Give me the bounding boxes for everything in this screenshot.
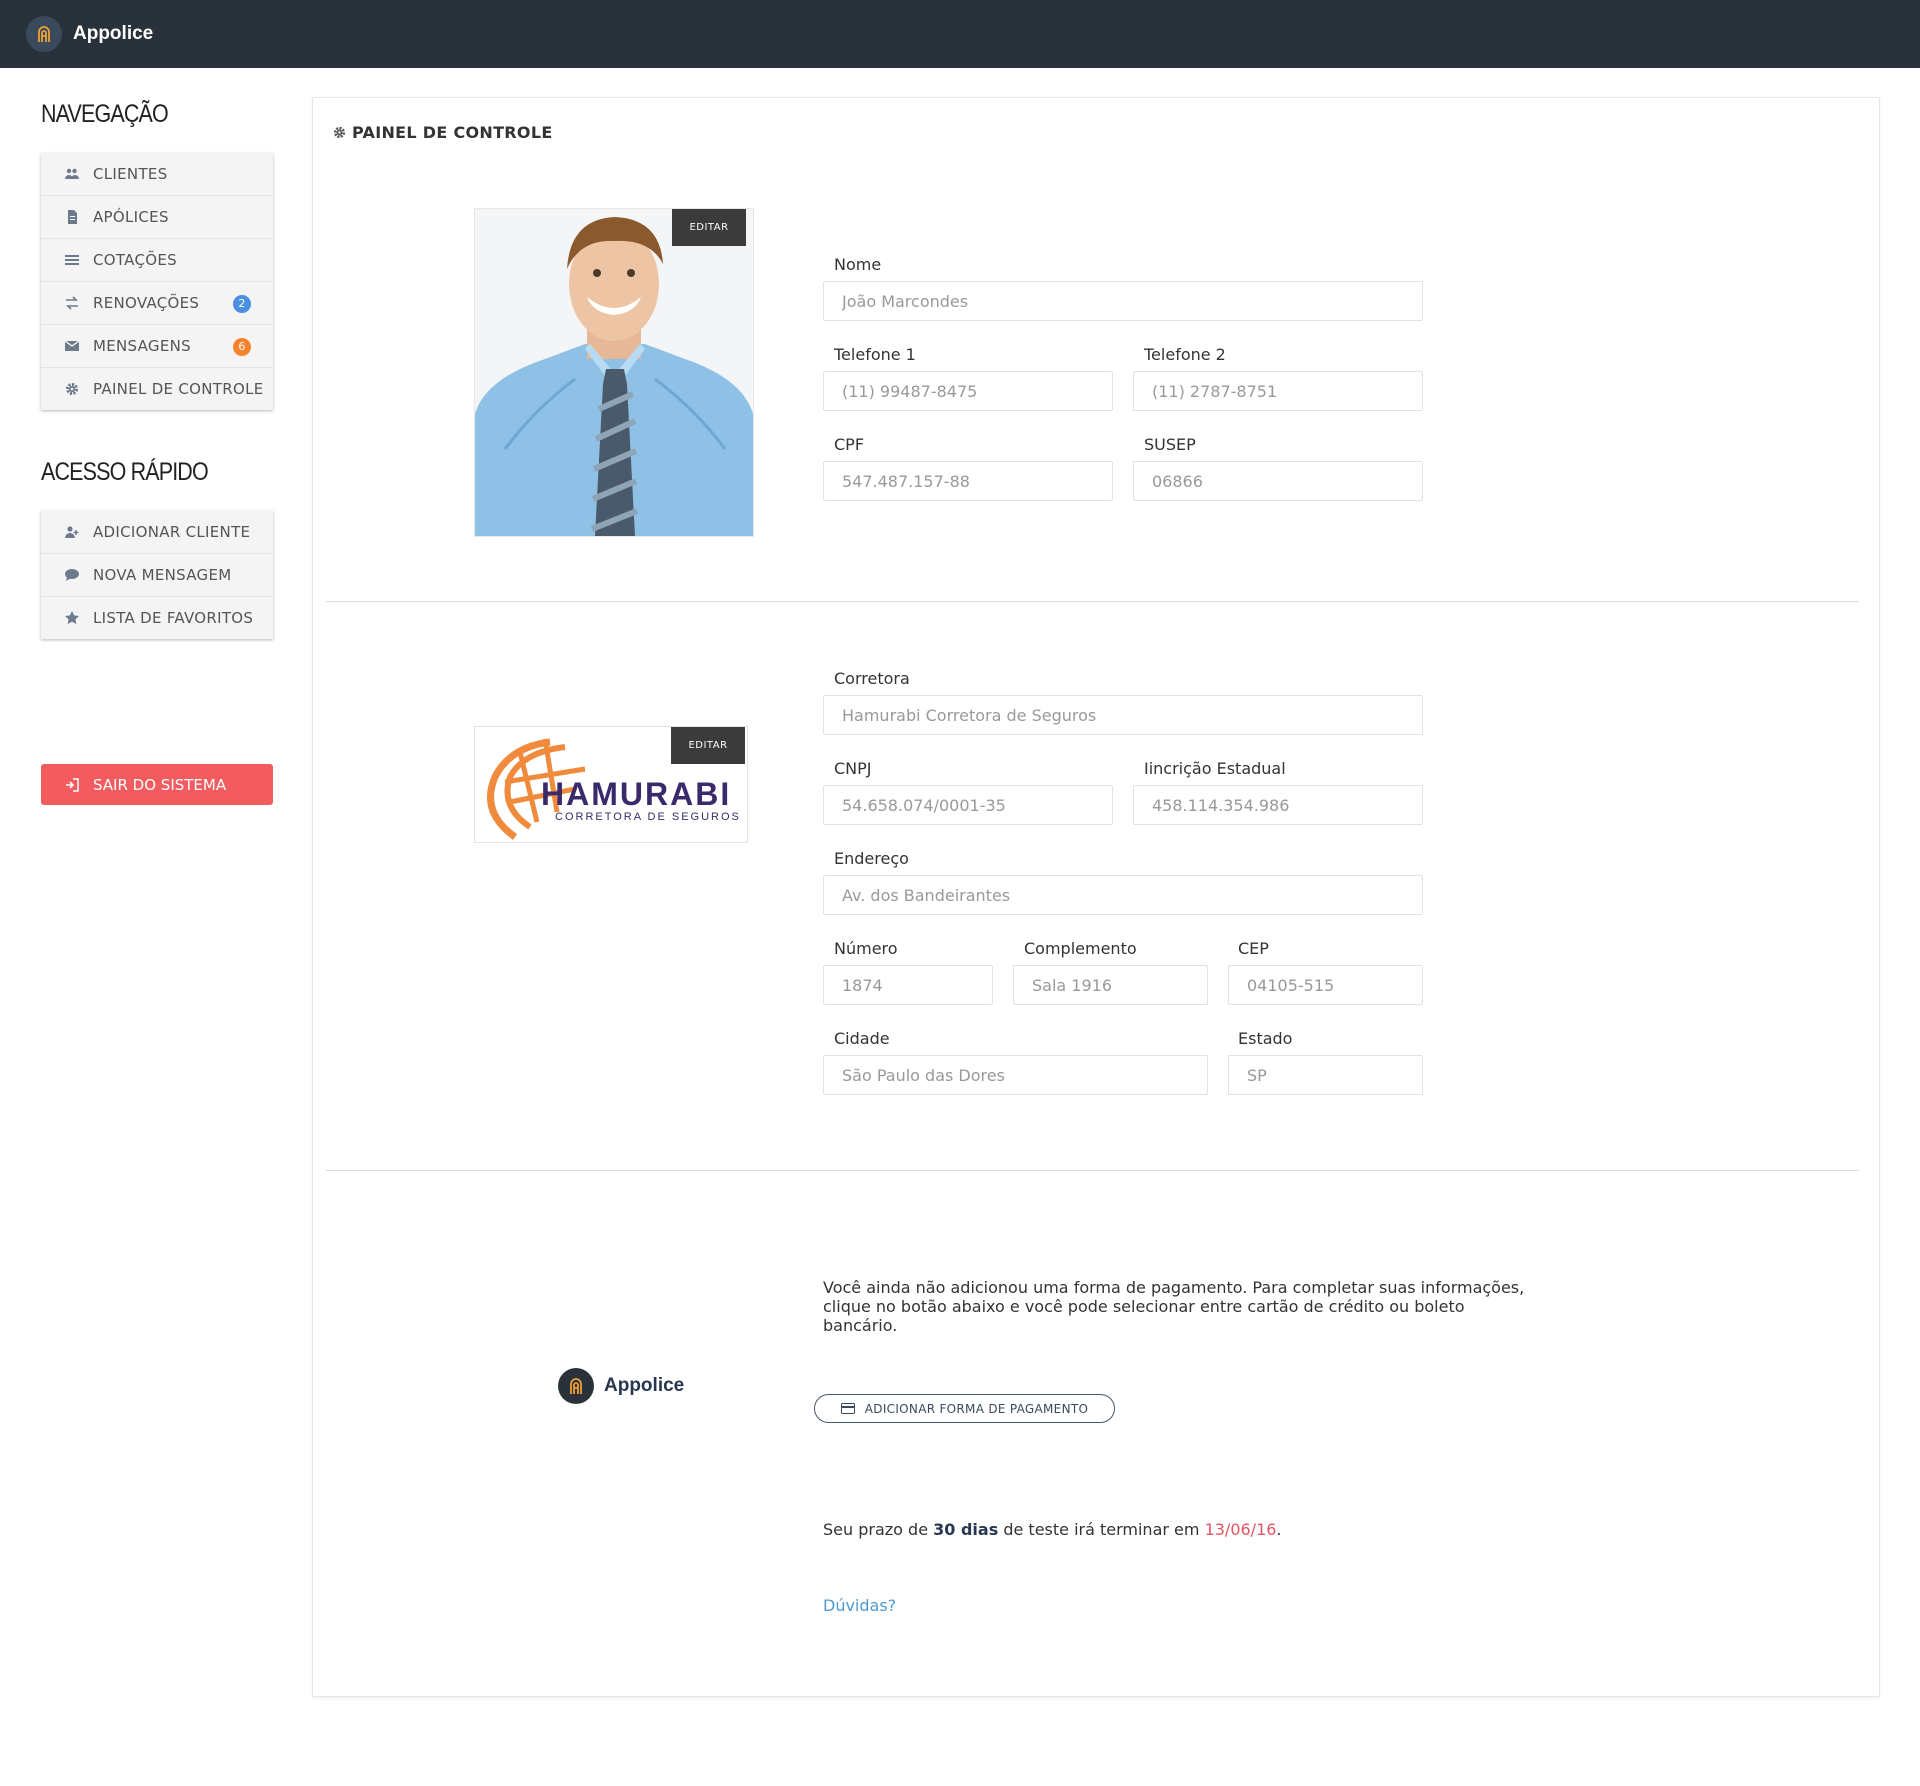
- credit-card-icon: [840, 1403, 855, 1414]
- trial-prefix: Seu prazo de: [823, 1520, 929, 1539]
- sidebar-item-label: CLIENTES: [93, 165, 168, 183]
- quick-item-nova-mensagem[interactable]: NOVA MENSAGEM: [41, 553, 273, 596]
- quick-access-heading: ACESSO RÁPIDO: [41, 458, 209, 486]
- list-icon: [65, 255, 79, 265]
- users-icon: [65, 168, 79, 179]
- app-title: Appolice: [73, 23, 154, 44]
- sidebar-item-label: MENSAGENS: [93, 337, 191, 355]
- badge-count: 2: [233, 295, 251, 313]
- gear-icon: [66, 383, 78, 395]
- sidebar-item-apolices[interactable]: APÓLICES: [41, 195, 273, 238]
- cep-input[interactable]: [1228, 965, 1423, 1005]
- cpf-label: CPF: [834, 435, 865, 454]
- sidebar-item-mensagens[interactable]: MENSAGENS 6: [41, 324, 273, 367]
- document-icon: [68, 210, 77, 224]
- edit-photo-button[interactable]: EDITAR: [672, 209, 746, 246]
- appolice-brand-name: Appolice: [604, 1375, 685, 1396]
- endereco-label: Endereço: [834, 849, 909, 868]
- control-panel: PAINEL DE CONTROLE EDITAR Nome Telefone …: [313, 98, 1879, 1696]
- quick-item-label: LISTA DE FAVORITOS: [93, 609, 254, 627]
- add-payment-button[interactable]: ADICIONAR FORMA DE PAGAMENTO: [814, 1394, 1115, 1423]
- panel-title-text: PAINEL DE CONTROLE: [352, 123, 553, 142]
- sign-out-icon: [66, 778, 79, 792]
- numero-input[interactable]: [823, 965, 993, 1005]
- top-bar: Appolice: [0, 0, 1920, 68]
- logout-label: SAIR DO SISTEMA: [93, 775, 227, 794]
- sidebar-item-clientes[interactable]: CLIENTES: [41, 153, 273, 195]
- profile-photo-image: [475, 209, 753, 536]
- envelope-icon: [65, 340, 79, 351]
- payment-info: Você ainda não adicionou uma forma de pa…: [823, 1278, 1543, 1335]
- telefone2-input[interactable]: [1133, 371, 1423, 411]
- nome-label: Nome: [834, 255, 882, 274]
- appolice-brand: Appolice: [558, 1368, 684, 1404]
- logout-button[interactable]: SAIR DO SISTEMA: [41, 764, 273, 805]
- sidebar-item-label: APÓLICES: [93, 208, 169, 226]
- profile-photo: EDITAR: [474, 208, 754, 537]
- trial-end-date: 13/06/16: [1204, 1520, 1277, 1539]
- payment-info-line1: Você ainda não adicionou uma forma de pa…: [823, 1278, 1525, 1297]
- section-divider: [326, 1170, 1859, 1171]
- trial-middle: de teste irá terminar em: [1003, 1520, 1200, 1539]
- panel-title: PAINEL DE CONTROLE: [333, 123, 553, 142]
- section-divider: [326, 601, 1859, 602]
- trial-days: 30 dias: [933, 1520, 999, 1539]
- trial-notice: Seu prazo de 30 dias de teste irá termin…: [823, 1520, 1282, 1539]
- badge-count: 6: [233, 338, 251, 356]
- edit-logo-button[interactable]: EDITAR: [671, 727, 745, 764]
- nav-menu: CLIENTES APÓLICES COTAÇÕES RENOVAÇÕES 2 …: [41, 153, 273, 410]
- complemento-label: Complemento: [1024, 939, 1137, 958]
- inscricao-estadual-label: Iincrição Estadual: [1144, 759, 1286, 778]
- add-payment-label: ADICIONAR FORMA DE PAGAMENTO: [864, 1401, 1089, 1416]
- quick-item-lista-de-favoritos[interactable]: LISTA DE FAVORITOS: [41, 596, 273, 639]
- estado-label: Estado: [1238, 1029, 1293, 1048]
- corretora-input[interactable]: [823, 695, 1423, 735]
- endereco-input[interactable]: [823, 875, 1423, 915]
- nome-input[interactable]: [823, 281, 1423, 321]
- cnpj-label: CNPJ: [834, 759, 872, 778]
- trial-suffix: .: [1276, 1520, 1282, 1539]
- chat-bubble-icon: [65, 569, 79, 581]
- quick-item-adicionar-cliente[interactable]: ADICIONAR CLIENTE: [41, 511, 273, 553]
- inscricao-estadual-input[interactable]: [1133, 785, 1423, 825]
- cpf-input[interactable]: [823, 461, 1113, 501]
- telefone1-label: Telefone 1: [834, 345, 916, 364]
- telefone1-input[interactable]: [823, 371, 1113, 411]
- quick-item-label: ADICIONAR CLIENTE: [93, 523, 251, 541]
- appolice-logo-icon: [558, 1368, 594, 1404]
- sidebar-item-cotacoes[interactable]: COTAÇÕES: [41, 238, 273, 281]
- numero-label: Número: [834, 939, 898, 958]
- cidade-input[interactable]: [823, 1055, 1208, 1095]
- quick-item-label: NOVA MENSAGEM: [93, 566, 232, 584]
- user-plus-icon: [65, 526, 79, 538]
- exchange-icon: [66, 296, 78, 310]
- corretora-label: Corretora: [834, 669, 910, 688]
- brand[interactable]: Appolice: [26, 16, 153, 52]
- sidebar-item-painel-de-controle[interactable]: PAINEL DE CONTROLE: [41, 367, 273, 410]
- appolice-logo-icon: [26, 16, 62, 52]
- sidebar-item-label: COTAÇÕES: [93, 251, 177, 269]
- star-icon: [65, 611, 79, 624]
- broker-logo-name: HAMURABI: [541, 776, 731, 812]
- susep-input[interactable]: [1133, 461, 1423, 501]
- quick-access-menu: ADICIONAR CLIENTE NOVA MENSAGEM LISTA DE…: [41, 511, 273, 639]
- cidade-label: Cidade: [834, 1029, 890, 1048]
- estado-input[interactable]: [1228, 1055, 1423, 1095]
- help-link[interactable]: Dúvidas?: [823, 1596, 896, 1615]
- telefone2-label: Telefone 2: [1144, 345, 1226, 364]
- complemento-input[interactable]: [1013, 965, 1208, 1005]
- nav-heading: NAVEGAÇÃO: [41, 100, 169, 128]
- sidebar-item-label: RENOVAÇÕES: [93, 294, 200, 312]
- broker-logo-tagline: CORRETORA DE SEGUROS: [555, 811, 741, 823]
- payment-info-line2: clique no botão abaixo e você pode selec…: [823, 1297, 1465, 1335]
- cnpj-input[interactable]: [823, 785, 1113, 825]
- cep-label: CEP: [1238, 939, 1269, 958]
- sidebar-item-label: PAINEL DE CONTROLE: [93, 380, 264, 398]
- gear-icon: [333, 126, 346, 139]
- broker-logo: HAMURABI CORRETORA DE SEGUROS EDITAR: [474, 726, 748, 843]
- sidebar-item-renovacoes[interactable]: RENOVAÇÕES 2: [41, 281, 273, 324]
- susep-label: SUSEP: [1144, 435, 1196, 454]
